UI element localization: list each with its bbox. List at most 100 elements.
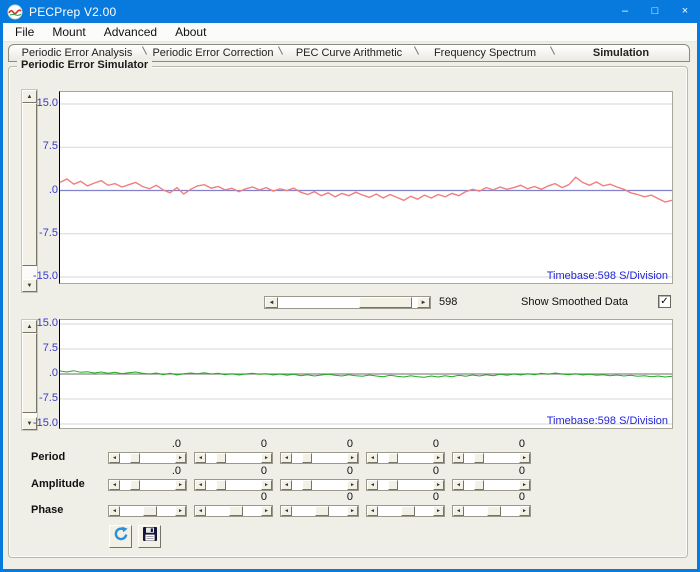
menu-item-file[interactable]: File xyxy=(6,23,43,41)
scroll-right-icon[interactable]: ► xyxy=(175,506,186,516)
scroll-right-icon[interactable]: ► xyxy=(433,453,444,463)
menu-item-about[interactable]: About xyxy=(166,23,215,41)
period-slider-thumb-2[interactable] xyxy=(216,453,226,463)
scroll-left-icon[interactable]: ◄ xyxy=(367,480,378,490)
scroll-right-icon[interactable]: ► xyxy=(261,453,272,463)
amplitude-slider-1[interactable]: ◄► xyxy=(108,479,187,491)
y-tick-label: -15.0 xyxy=(33,270,58,282)
period-slider-thumb-1[interactable] xyxy=(130,453,140,463)
amplitude-slider-3[interactable]: ◄► xyxy=(280,479,359,491)
scroll-left-icon[interactable]: ◄ xyxy=(265,297,278,308)
tab-periodic-error-correction[interactable]: Periodic Error Correction xyxy=(145,45,281,61)
phase-slider-thumb-1[interactable] xyxy=(143,506,157,516)
tab-pec-curve-arithmetic[interactable]: PEC Curve Arithmetic xyxy=(281,45,417,61)
period-slider-2[interactable]: ◄► xyxy=(194,452,273,464)
phase-slider-thumb-4[interactable] xyxy=(401,506,415,516)
bottom-chart-vertical-scrollbar[interactable]: ▲ ▼ xyxy=(21,319,38,431)
scroll-left-icon[interactable]: ◄ xyxy=(367,506,378,516)
timebase-scrollbar-thumb[interactable] xyxy=(359,297,412,308)
scroll-right-icon[interactable]: ► xyxy=(519,506,530,516)
period-slider-1[interactable]: ◄► xyxy=(108,452,187,464)
window-title: PECPrep V2.00 xyxy=(29,5,116,19)
scroll-right-icon[interactable]: ► xyxy=(417,297,430,308)
amplitude-slider-4[interactable]: ◄► xyxy=(366,479,445,491)
phase-slider-thumb-2[interactable] xyxy=(229,506,243,516)
scroll-right-icon[interactable]: ► xyxy=(261,480,272,490)
scroll-right-icon[interactable]: ► xyxy=(347,506,358,516)
scroll-left-icon[interactable]: ◄ xyxy=(281,480,292,490)
amplitude-slider-thumb-4[interactable] xyxy=(388,480,398,490)
client-area: FileMountAdvancedAbout Periodic Error An… xyxy=(3,23,697,569)
period-slider-thumb-4[interactable] xyxy=(388,453,398,463)
y-tick-label: .0 xyxy=(49,184,58,196)
scroll-left-icon[interactable]: ◄ xyxy=(109,453,120,463)
period-slider-4[interactable]: ◄► xyxy=(366,452,445,464)
period-slider-5[interactable]: ◄► xyxy=(452,452,531,464)
amplitude-slider-thumb-1[interactable] xyxy=(130,480,140,490)
scroll-right-icon[interactable]: ► xyxy=(519,480,530,490)
amplitude-value-4: 0 xyxy=(399,465,439,477)
scroll-left-icon[interactable]: ◄ xyxy=(367,453,378,463)
scroll-right-icon[interactable]: ► xyxy=(519,453,530,463)
close-icon[interactable]: × xyxy=(670,0,700,23)
scroll-left-icon[interactable]: ◄ xyxy=(195,453,206,463)
scroll-right-icon[interactable]: ► xyxy=(175,453,186,463)
amplitude-slider-thumb-2[interactable] xyxy=(216,480,226,490)
minimize-icon[interactable]: – xyxy=(610,0,640,23)
scroll-right-icon[interactable]: ► xyxy=(261,506,272,516)
scroll-left-icon[interactable]: ◄ xyxy=(453,453,464,463)
phase-slider-1[interactable]: ◄► xyxy=(108,505,187,517)
scroll-right-icon[interactable]: ► xyxy=(433,480,444,490)
period-slider-thumb-5[interactable] xyxy=(474,453,484,463)
phase-slider-5[interactable]: ◄► xyxy=(452,505,531,517)
scroll-up-icon[interactable]: ▲ xyxy=(22,90,37,103)
menu-item-mount[interactable]: Mount xyxy=(43,23,94,41)
scroll-left-icon[interactable]: ◄ xyxy=(109,480,120,490)
period-value-2: 0 xyxy=(227,438,267,450)
show-smoothed-data-checkbox[interactable]: ✓ xyxy=(658,295,671,308)
slider-row-label-phase: Phase xyxy=(31,504,63,516)
phase-slider-thumb-5[interactable] xyxy=(487,506,501,516)
y-tick-label: -15.0 xyxy=(33,417,58,429)
maximize-icon[interactable]: □ xyxy=(640,0,670,23)
bottom-chart-scrollbar-thumb[interactable] xyxy=(22,333,37,413)
app-window: PECPrep V2.00 – □ × FileMountAdvancedAbo… xyxy=(0,0,700,572)
tab-frequency-spectrum[interactable]: Frequency Spectrum xyxy=(417,45,553,61)
scroll-left-icon[interactable]: ◄ xyxy=(195,506,206,516)
scroll-left-icon[interactable]: ◄ xyxy=(281,506,292,516)
top-chart-scrollbar-thumb[interactable] xyxy=(22,103,37,266)
scroll-left-icon[interactable]: ◄ xyxy=(109,506,120,516)
refresh-simulation-button[interactable] xyxy=(109,525,132,548)
amplitude-slider-5[interactable]: ◄► xyxy=(452,479,531,491)
phase-slider-3[interactable]: ◄► xyxy=(280,505,359,517)
period-value-4: 0 xyxy=(399,438,439,450)
scroll-right-icon[interactable]: ► xyxy=(433,506,444,516)
amplitude-slider-2[interactable]: ◄► xyxy=(194,479,273,491)
phase-slider-4[interactable]: ◄► xyxy=(366,505,445,517)
scroll-left-icon[interactable]: ◄ xyxy=(453,480,464,490)
scroll-left-icon[interactable]: ◄ xyxy=(281,453,292,463)
period-slider-thumb-3[interactable] xyxy=(302,453,312,463)
amplitude-slider-thumb-5[interactable] xyxy=(474,480,484,490)
scroll-right-icon[interactable]: ► xyxy=(347,480,358,490)
tab-simulation[interactable]: Simulation xyxy=(553,45,689,61)
y-tick-label: 15.0 xyxy=(37,97,58,109)
scroll-right-icon[interactable]: ► xyxy=(175,480,186,490)
scroll-up-icon[interactable]: ▲ xyxy=(22,320,37,333)
y-tick-label: -7.5 xyxy=(39,227,58,239)
timebase-horizontal-scrollbar[interactable]: ◄ ► xyxy=(264,296,431,309)
phase-slider-thumb-3[interactable] xyxy=(315,506,329,516)
top-chart-vertical-scrollbar[interactable]: ▲ ▼ xyxy=(21,89,38,293)
phase-slider-2[interactable]: ◄► xyxy=(194,505,273,517)
periodic-error-simulator-group: Periodic Error Simulator ▲ ▼ 15.07.5.0-7… xyxy=(8,66,688,558)
y-tick-label: -7.5 xyxy=(39,392,58,404)
scroll-left-icon[interactable]: ◄ xyxy=(453,506,464,516)
scroll-left-icon[interactable]: ◄ xyxy=(195,480,206,490)
save-simulation-button[interactable] xyxy=(138,525,161,548)
period-slider-3[interactable]: ◄► xyxy=(280,452,359,464)
scroll-right-icon[interactable]: ► xyxy=(347,453,358,463)
amplitude-slider-thumb-3[interactable] xyxy=(302,480,312,490)
top-chart-timebase-label: Timebase:598 S/Division xyxy=(547,270,668,282)
menu-item-advanced[interactable]: Advanced xyxy=(95,23,166,41)
top-chart-y-axis-labels: 15.07.5.0-7.5-15.0 xyxy=(37,91,58,284)
